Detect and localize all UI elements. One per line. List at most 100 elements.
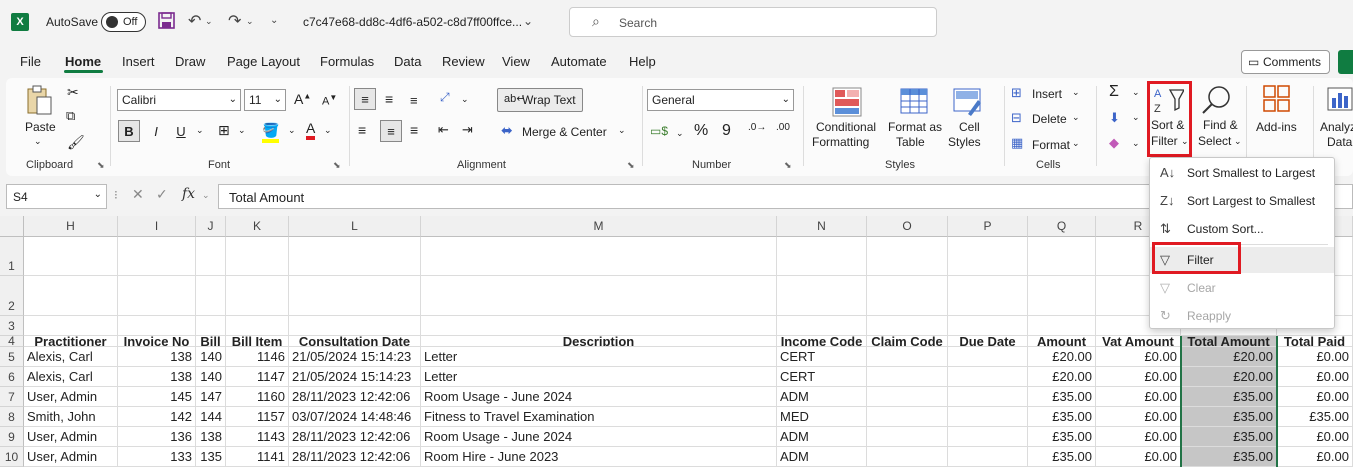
column-header[interactable]: M xyxy=(421,216,777,237)
insert-cells-label[interactable]: Insert xyxy=(1032,87,1062,101)
delete-dropdown-icon[interactable]: ⌄ xyxy=(1072,112,1080,123)
data-cell[interactable]: Letter xyxy=(421,367,777,387)
clear-icon[interactable]: ◆ xyxy=(1109,135,1119,151)
data-cell[interactable]: 1146 xyxy=(226,347,289,367)
empty-cell[interactable] xyxy=(118,237,196,276)
cell-styles-label1[interactable]: Cell xyxy=(959,120,980,134)
data-cell[interactable]: 1143 xyxy=(226,427,289,447)
data-cell[interactable]: 138 xyxy=(196,427,226,447)
empty-cell[interactable] xyxy=(867,237,948,276)
data-cell[interactable] xyxy=(948,367,1028,387)
empty-cell[interactable] xyxy=(196,237,226,276)
data-cell[interactable]: MED xyxy=(777,407,867,427)
alignment-launcher-icon[interactable]: ⬊ xyxy=(627,160,635,171)
data-cell[interactable]: Smith, John xyxy=(24,407,118,427)
insert-dropdown-icon[interactable]: ⌄ xyxy=(1072,87,1080,98)
fill-color-icon[interactable]: 🪣 xyxy=(262,122,280,143)
format-as-table-label1[interactable]: Format as xyxy=(888,120,942,134)
empty-cell[interactable] xyxy=(421,316,777,336)
select-all-corner[interactable] xyxy=(0,216,24,237)
menu-home[interactable]: Home xyxy=(65,54,101,69)
header-cell[interactable]: Vat Amount xyxy=(1096,336,1181,347)
menu-item-sort-smallest-to-largest[interactable]: A↓ Sort Smallest to Largest xyxy=(1150,160,1334,186)
data-cell[interactable]: 21/05/2024 15:14:23 xyxy=(289,347,421,367)
copy-icon[interactable]: ⧉ xyxy=(66,108,75,124)
insert-cells-icon[interactable]: ⊞ xyxy=(1011,85,1022,101)
row-header[interactable]: 5 xyxy=(0,347,24,367)
delete-cells-icon[interactable]: ⊟ xyxy=(1011,110,1022,126)
find-select-dropdown-icon[interactable]: ⌄ xyxy=(1234,136,1242,147)
empty-cell[interactable] xyxy=(118,276,196,316)
header-cell[interactable]: Claim Code xyxy=(867,336,948,347)
middle-align-icon[interactable]: ≡ xyxy=(385,91,393,107)
find-select-icon[interactable] xyxy=(1200,84,1232,116)
menu-page-layout[interactable]: Page Layout xyxy=(227,54,300,69)
menu-item-custom-sort[interactable]: ⇅ Custom Sort... xyxy=(1150,216,1334,242)
empty-cell[interactable] xyxy=(196,316,226,336)
save-icon[interactable] xyxy=(158,12,176,30)
comments-button[interactable]: ▭ Comments xyxy=(1241,50,1330,74)
merge-center-icon[interactable]: ⬌ xyxy=(501,122,513,139)
row-header[interactable]: 6 xyxy=(0,367,24,387)
customize-toolbar-icon[interactable]: ⌄ xyxy=(270,15,278,26)
number-format-select[interactable]: General ⌄ xyxy=(647,89,794,111)
data-cell[interactable]: 144 xyxy=(196,407,226,427)
column-header[interactable]: N xyxy=(777,216,867,237)
font-color-dropdown-icon[interactable]: ⌄ xyxy=(324,125,332,136)
menu-item-clear[interactable]: ▽ Clear xyxy=(1150,275,1334,301)
empty-cell[interactable] xyxy=(289,276,421,316)
orientation-icon[interactable]: ⤢ xyxy=(440,90,450,105)
data-cell[interactable]: £35.00 xyxy=(1028,407,1096,427)
data-cell[interactable]: £0.00 xyxy=(1277,347,1353,367)
font-launcher-icon[interactable]: ⬊ xyxy=(333,160,341,171)
format-cells-icon[interactable]: ▦ xyxy=(1011,135,1023,151)
find-select-label2[interactable]: Select xyxy=(1198,134,1231,148)
conditional-formatting-label1[interactable]: Conditional xyxy=(816,120,876,134)
data-cell[interactable] xyxy=(867,387,948,407)
data-cell[interactable]: £35.00 xyxy=(1028,427,1096,447)
share-button[interactable] xyxy=(1338,50,1353,74)
data-cell[interactable]: 1141 xyxy=(226,447,289,467)
conditional-formatting-icon[interactable] xyxy=(831,86,863,118)
empty-cell[interactable] xyxy=(948,316,1028,336)
data-cell[interactable]: Alexis, Carl xyxy=(24,347,118,367)
clipboard-launcher-icon[interactable]: ⬊ xyxy=(97,160,105,171)
data-cell[interactable] xyxy=(948,427,1028,447)
increase-decimal-icon[interactable]: .0→ xyxy=(748,122,766,133)
data-cell[interactable]: Letter xyxy=(421,347,777,367)
column-header[interactable]: I xyxy=(118,216,196,237)
menu-item-sort-largest-to-smallest[interactable]: Z↓ Sort Largest to Smallest xyxy=(1150,188,1334,214)
data-cell[interactable] xyxy=(948,447,1028,467)
header-cell[interactable]: Bill xyxy=(196,336,226,347)
data-cell[interactable]: £20.00 xyxy=(1028,347,1096,367)
data-cell[interactable] xyxy=(867,407,948,427)
empty-cell[interactable] xyxy=(118,316,196,336)
font-name-select[interactable]: Calibri ⌄ xyxy=(117,89,241,111)
analyze-data-label2[interactable]: Data xyxy=(1327,135,1352,149)
data-cell[interactable]: £35.00 xyxy=(1028,387,1096,407)
header-cell[interactable]: Invoice No xyxy=(118,336,196,347)
data-cell[interactable]: 136 xyxy=(118,427,196,447)
data-cell[interactable]: £0.00 xyxy=(1277,367,1353,387)
format-cells-label[interactable]: Format xyxy=(1032,138,1070,152)
empty-cell[interactable] xyxy=(226,237,289,276)
data-cell[interactable]: £35.00 xyxy=(1028,447,1096,467)
menu-item-reapply[interactable]: ↻ Reapply xyxy=(1150,303,1334,329)
redo-icon[interactable]: ↷ xyxy=(228,11,241,31)
add-ins-label[interactable]: Add-ins xyxy=(1256,120,1297,134)
borders-dropdown-icon[interactable]: ⌄ xyxy=(238,125,246,136)
data-cell[interactable]: 135 xyxy=(196,447,226,467)
increase-font-icon[interactable]: A▲ xyxy=(294,91,311,107)
bottom-align-icon[interactable]: ≡ xyxy=(410,93,418,108)
column-header[interactable]: K xyxy=(226,216,289,237)
data-cell[interactable] xyxy=(948,347,1028,367)
format-dropdown-icon[interactable]: ⌄ xyxy=(1072,138,1080,149)
column-header[interactable]: O xyxy=(867,216,948,237)
accounting-dropdown-icon[interactable]: ⌄ xyxy=(676,128,684,139)
data-cell[interactable]: 145 xyxy=(118,387,196,407)
data-cell[interactable]: 28/11/2023 12:42:06 xyxy=(289,447,421,467)
borders-icon[interactable]: ⊞ xyxy=(218,122,230,139)
fill-icon[interactable]: ⬇ xyxy=(1109,110,1120,126)
top-align-icon[interactable]: ≡ xyxy=(354,88,376,110)
clear-dropdown-icon[interactable]: ⌄ xyxy=(1132,138,1140,149)
